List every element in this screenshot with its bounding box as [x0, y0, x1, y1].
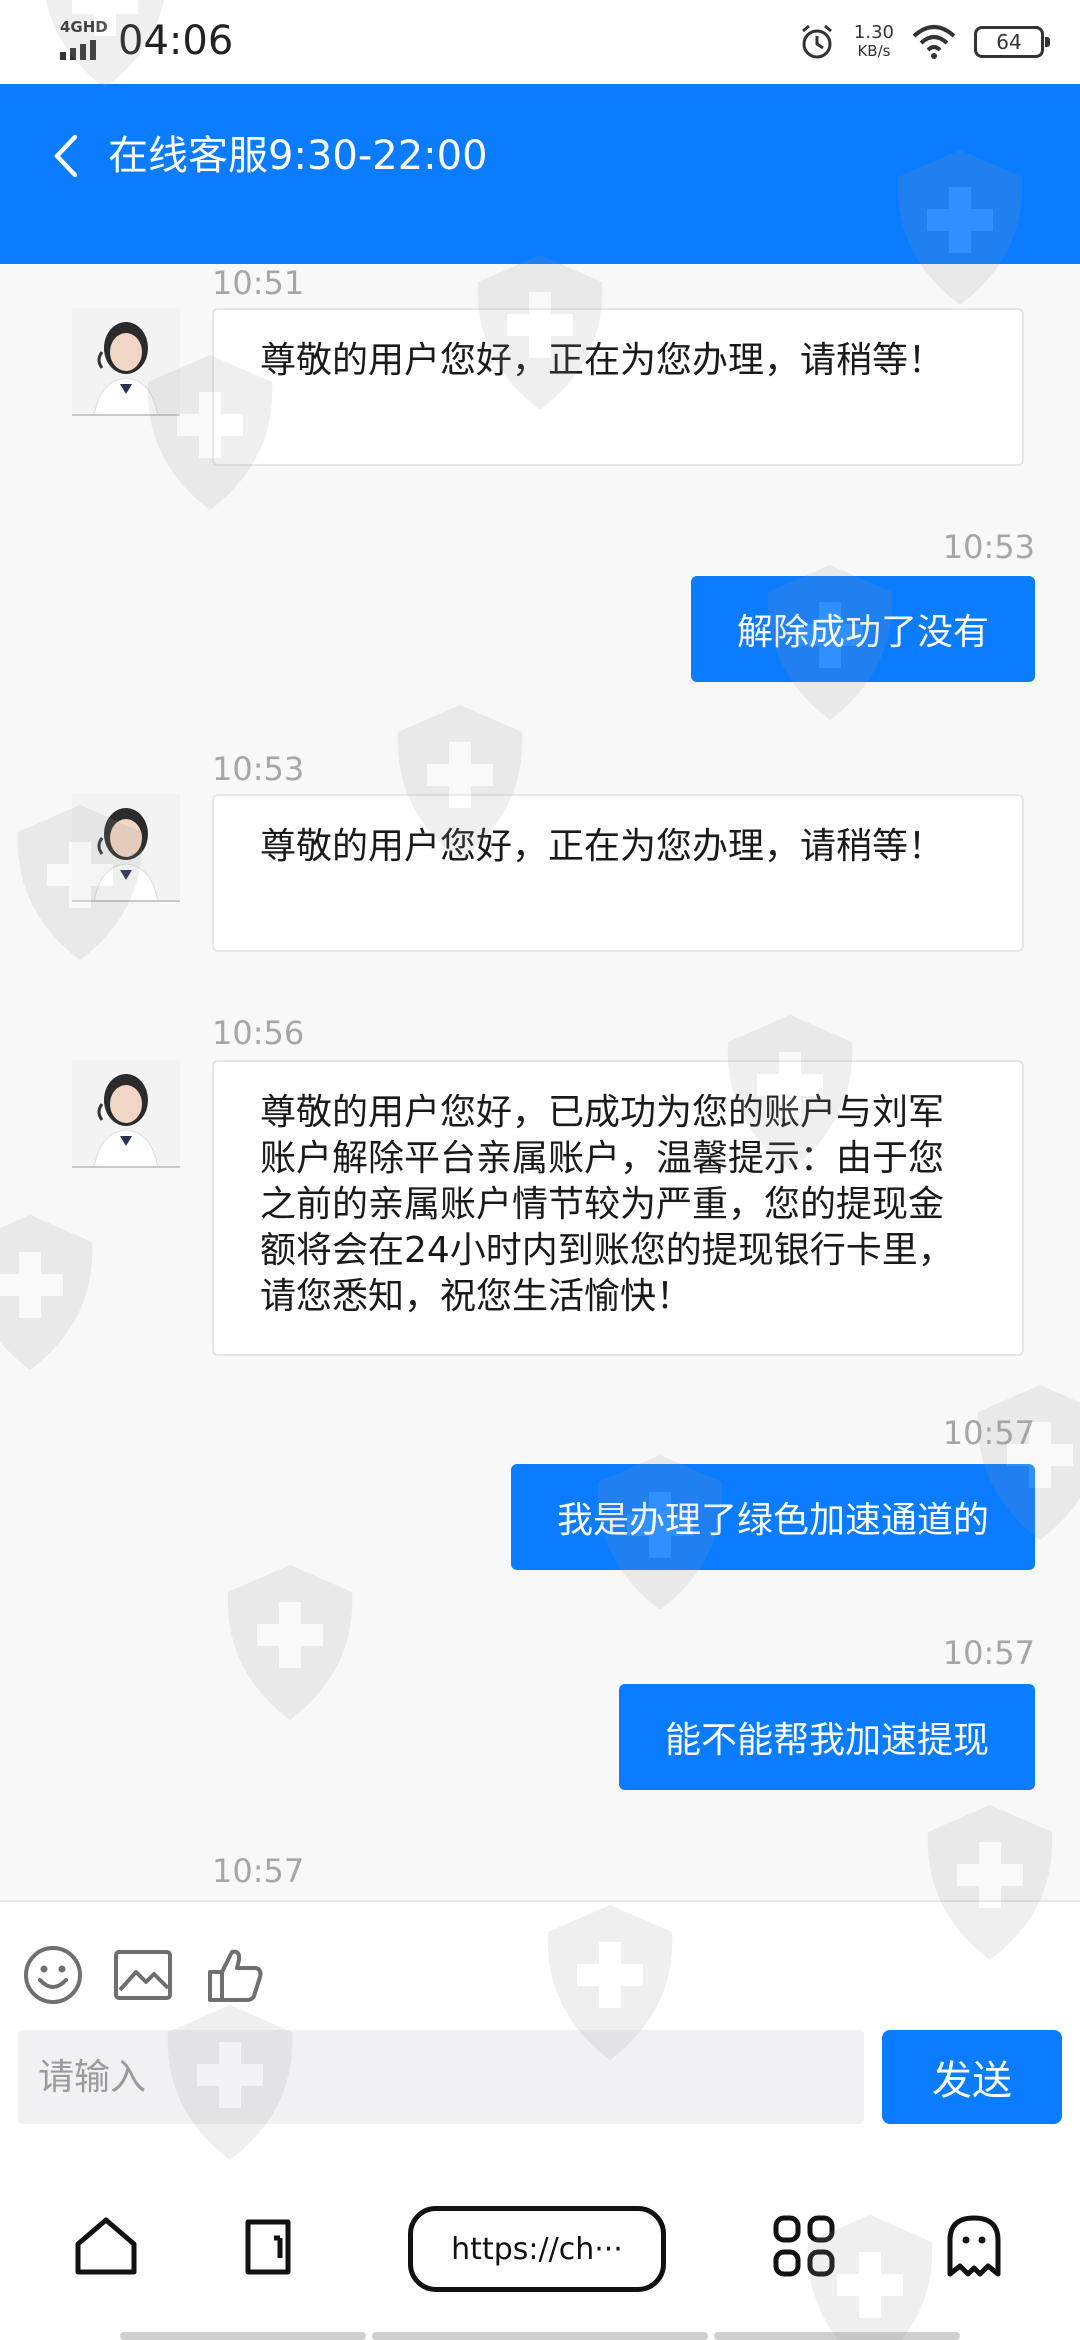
network-speed: 1.30 KB/s	[853, 22, 894, 61]
status-time: 04:06	[118, 18, 234, 64]
incoming-message: 尊敬的用户您好，正在为您办理，请稍等！	[212, 308, 1024, 466]
speed-unit: KB/s	[857, 42, 891, 60]
browser-toolbar: https://ch···	[0, 2160, 1080, 2340]
speed-value: 1.30	[853, 22, 894, 43]
alarm-icon	[801, 24, 832, 59]
outgoing-message[interactable]: 我是办理了绿色加速通道的	[510, 1464, 1035, 1570]
incoming-message: 尊敬的用户您好，已成功为您的账户与刘军账户解除平台亲属账户，温馨提示：由于您之前…	[212, 1060, 1024, 1356]
emoji-icon[interactable]	[22, 1944, 84, 2006]
image-icon[interactable]	[112, 1944, 174, 2006]
message-input[interactable]	[18, 2030, 864, 2124]
network-type: 4GHD	[60, 18, 108, 36]
chevron-left-icon	[54, 134, 78, 178]
battery-level: 64	[996, 30, 1022, 54]
battery-icon: 64	[974, 26, 1050, 58]
agent-avatar	[72, 308, 180, 416]
url-bar[interactable]: https://ch···	[408, 2206, 666, 2292]
thumbs-up-icon[interactable]	[204, 1944, 266, 2006]
outgoing-message[interactable]: 能不能帮我加速提现	[618, 1684, 1035, 1790]
cellular-signal-icon: 4GHD	[58, 18, 108, 62]
agent-avatar-image	[72, 794, 180, 900]
outgoing-message[interactable]: 解除成功了没有	[690, 576, 1035, 682]
message-time: 10:57	[942, 1414, 1035, 1452]
apps-grid-icon[interactable]	[768, 2210, 840, 2282]
message-composer: 发送	[0, 1900, 1080, 2160]
message-time: 10:51	[212, 264, 305, 302]
status-bar: 4GHD 04:06 1.30 KB/s 64	[0, 0, 1080, 84]
message-time: 10:57	[942, 1634, 1035, 1672]
agent-avatar	[72, 794, 180, 902]
message-time: 10:56	[212, 1014, 305, 1052]
message-time: 10:53	[942, 528, 1035, 566]
wifi-icon	[912, 25, 956, 59]
message-time: 10:53	[212, 750, 305, 788]
agent-avatar-image	[72, 308, 180, 414]
send-button[interactable]: 发送	[882, 2030, 1062, 2124]
back-button[interactable]	[42, 120, 90, 192]
agent-avatar	[72, 1060, 180, 1168]
nav-indicator	[714, 2332, 960, 2340]
message-time: 10:57	[212, 1852, 305, 1890]
chat-messages[interactable]: 10:51 尊敬的用户您好，正在为您办理，请稍等！ 10:53 解除成功了没有 …	[0, 264, 1080, 1900]
incoming-message: 尊敬的用户您好，正在为您办理，请稍等！	[212, 794, 1024, 952]
page-title: 在线客服9:30-22:00	[108, 133, 488, 179]
agent-avatar-image	[72, 1060, 180, 1166]
menu-ghost-icon[interactable]	[938, 2210, 1010, 2282]
nav-indicator	[120, 2332, 366, 2340]
home-icon[interactable]	[70, 2210, 142, 2282]
chat-header: 在线客服9:30-22:00	[0, 84, 1080, 264]
tabs-icon[interactable]	[236, 2210, 308, 2282]
nav-indicator	[372, 2332, 708, 2340]
